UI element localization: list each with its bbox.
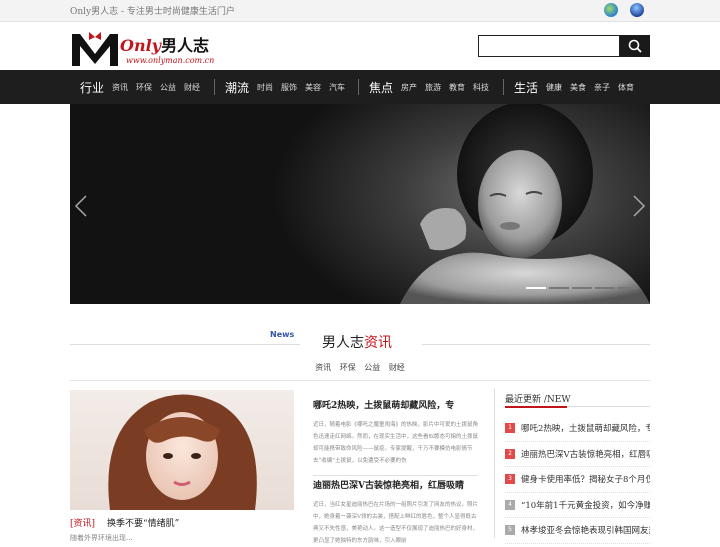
- rank-badge: 3: [505, 474, 515, 485]
- feature-caption[interactable]: [资讯] 换季不要“情绪肌”: [70, 516, 179, 529]
- nav-sub-item[interactable]: 财经: [184, 82, 200, 93]
- nav-sub-item[interactable]: 教育: [449, 82, 465, 93]
- slide-dot[interactable]: [595, 287, 615, 289]
- nav-sub-item[interactable]: 美食: [570, 82, 586, 93]
- list-item[interactable]: 1 哪吒2热映，土拨鼠萌却藏风险，专: [505, 416, 650, 442]
- section-title-a: 男人志: [322, 335, 364, 351]
- content-divider: [70, 380, 650, 381]
- chevron-right-icon[interactable]: [632, 194, 646, 218]
- slide-dot[interactable]: [618, 287, 638, 289]
- nav-main-focus[interactable]: 焦点: [369, 79, 393, 96]
- rank-badge: 1: [505, 423, 515, 434]
- latest-item-title[interactable]: 迪丽热巴深V古装惊艳亮相，红唇吸睛: [521, 448, 650, 460]
- logo-url: www.onlyman.com.cn: [126, 56, 215, 65]
- logo-text[interactable]: Only男人志: [120, 32, 209, 56]
- nav-sub-item[interactable]: 汽车: [329, 82, 345, 93]
- nav-main-life[interactable]: 生活: [514, 79, 538, 96]
- rank-badge: 5: [505, 525, 515, 536]
- article-body: 近日，随着电影《哪吒之魔童闹海》的热映，影片中可爱的土拨鼠角色迅速走红网络。然而…: [313, 422, 478, 464]
- nav-sub-item[interactable]: 健康: [546, 82, 562, 93]
- nav-sub-item[interactable]: 服饰: [281, 82, 297, 93]
- section-divider: [70, 344, 300, 345]
- article-item: 哪吒2热映，土拨鼠萌却藏风险，专 近日，随着电影《哪吒之魔童闹海》的热映，影片中…: [313, 398, 478, 476]
- nav-sub-item[interactable]: 时尚: [257, 82, 273, 93]
- logo-cn-text: 男人志: [160, 36, 209, 55]
- article-title[interactable]: 哪吒2热映，土拨鼠萌却藏风险，专: [313, 398, 478, 411]
- feature-excerpt: 随着外界环境出现...: [70, 534, 133, 542]
- section-title: 男人志资讯: [322, 332, 392, 352]
- slide-indicators: [526, 287, 638, 289]
- nav-group-life: 生活 健康 美食 亲子 体育: [514, 70, 642, 104]
- nav-divider: [214, 79, 215, 95]
- nav-sub-item[interactable]: 亲子: [594, 82, 610, 93]
- nav-group-focus: 焦点 房产 旅游 教育 科技: [369, 70, 497, 104]
- nav-group-industry: 行业 资讯 环保 公益 财经: [80, 70, 208, 104]
- nav-sub-item[interactable]: 房产: [401, 82, 417, 93]
- hero-banner[interactable]: [70, 104, 650, 304]
- latest-updates: 最近更新 /NEW 1 哪吒2热映，土拨鼠萌却藏风险，专 2 迪丽热巴深V古装惊艳亮…: [505, 392, 650, 544]
- slide-dot[interactable]: [572, 287, 592, 289]
- section-tab[interactable]: 财经: [389, 363, 405, 372]
- nav-sub-item[interactable]: 科技: [473, 82, 489, 93]
- feature-photo[interactable]: [70, 390, 294, 510]
- latest-divider: [567, 406, 650, 407]
- latest-item-title[interactable]: 哪吒2热映，土拨鼠萌却藏风险，专: [521, 422, 650, 434]
- latest-item-title[interactable]: 林孝埈亚冬会惊艳表现引韩国网友热: [521, 524, 650, 536]
- article-item: 迪丽热巴深V古装惊艳亮相，红唇吸睛 近日，当红女星迪丽热巴在片场的一组照片引发了…: [313, 478, 478, 547]
- latest-list: 1 哪吒2热映，土拨鼠萌却藏风险，专 2 迪丽热巴深V古装惊艳亮相，红唇吸睛 3 健身…: [505, 416, 650, 544]
- section-tabs: 资讯 环保 公益 财经: [0, 362, 720, 373]
- nav-sub-item[interactable]: 体育: [618, 82, 634, 93]
- logo-only-text: Only: [120, 36, 161, 55]
- section-title-b: 资讯: [364, 335, 392, 351]
- search-input[interactable]: [478, 35, 620, 57]
- main-nav: 行业 资讯 环保 公益 财经 潮流 时尚 服饰 美容 汽车 焦点 房产 旅游 教…: [0, 70, 720, 104]
- nav-main-industry[interactable]: 行业: [80, 79, 104, 96]
- search-button[interactable]: [620, 35, 650, 57]
- site-tagline: Only男人志 - 专注男士时尚健康生活门户: [70, 7, 235, 17]
- top-bar: Only男人志 - 专注男士时尚健康生活门户: [0, 0, 720, 22]
- nav-sub-item[interactable]: 资讯: [112, 82, 128, 93]
- latest-title: 最近更新 /NEW: [505, 392, 571, 408]
- nav-sub-item[interactable]: 环保: [136, 82, 152, 93]
- feature-title[interactable]: 换季不要“情绪肌”: [107, 519, 179, 529]
- slide-dot[interactable]: [526, 287, 546, 289]
- globe-icon[interactable]: [604, 3, 618, 17]
- section-tab[interactable]: 环保: [340, 363, 356, 372]
- nav-divider: [358, 79, 359, 95]
- rank-badge: 2: [505, 448, 515, 459]
- search-icon: [628, 39, 642, 53]
- section-en-label: News: [270, 330, 295, 339]
- nav-sub-item[interactable]: 旅游: [425, 82, 441, 93]
- column-divider: [494, 388, 495, 538]
- article-divider: [313, 475, 478, 476]
- latest-item-title[interactable]: 健身卡使用率低？揭秘女子8个月仅: [521, 473, 650, 485]
- chevron-left-icon[interactable]: [74, 194, 88, 218]
- nav-sub-item[interactable]: 公益: [160, 82, 176, 93]
- header: Only男人志 www.onlyman.com.cn: [0, 22, 720, 70]
- nav-divider: [503, 79, 504, 95]
- rank-badge: 4: [505, 499, 515, 510]
- list-item[interactable]: 2 迪丽热巴深V古装惊艳亮相，红唇吸睛: [505, 442, 650, 467]
- article-title[interactable]: 迪丽热巴深V古装惊艳亮相，红唇吸睛: [313, 478, 478, 491]
- feature-tag[interactable]: [资讯]: [70, 519, 95, 529]
- slide-dot[interactable]: [549, 287, 569, 289]
- nav-group-trend: 潮流 时尚 服饰 美容 汽车: [225, 70, 353, 104]
- feature-girl-image: [108, 394, 257, 510]
- web-icon[interactable]: [630, 3, 644, 17]
- nav-sub-item[interactable]: 美容: [305, 82, 321, 93]
- section-divider: [422, 344, 650, 345]
- section-tab[interactable]: 公益: [364, 363, 380, 372]
- nav-main-trend[interactable]: 潮流: [225, 79, 249, 96]
- section-tab[interactable]: 资讯: [315, 363, 331, 372]
- logo-m-icon[interactable]: [70, 28, 120, 68]
- list-item[interactable]: 4 “10年前1千元黄金投资，如今净赚: [505, 493, 650, 518]
- latest-item-title[interactable]: “10年前1千元黄金投资，如今净赚: [521, 499, 650, 511]
- news-section-header: News 男人志资讯: [70, 320, 650, 360]
- list-item[interactable]: 3 健身卡使用率低？揭秘女子8个月仅: [505, 467, 650, 493]
- banner-woman-image: [400, 104, 650, 304]
